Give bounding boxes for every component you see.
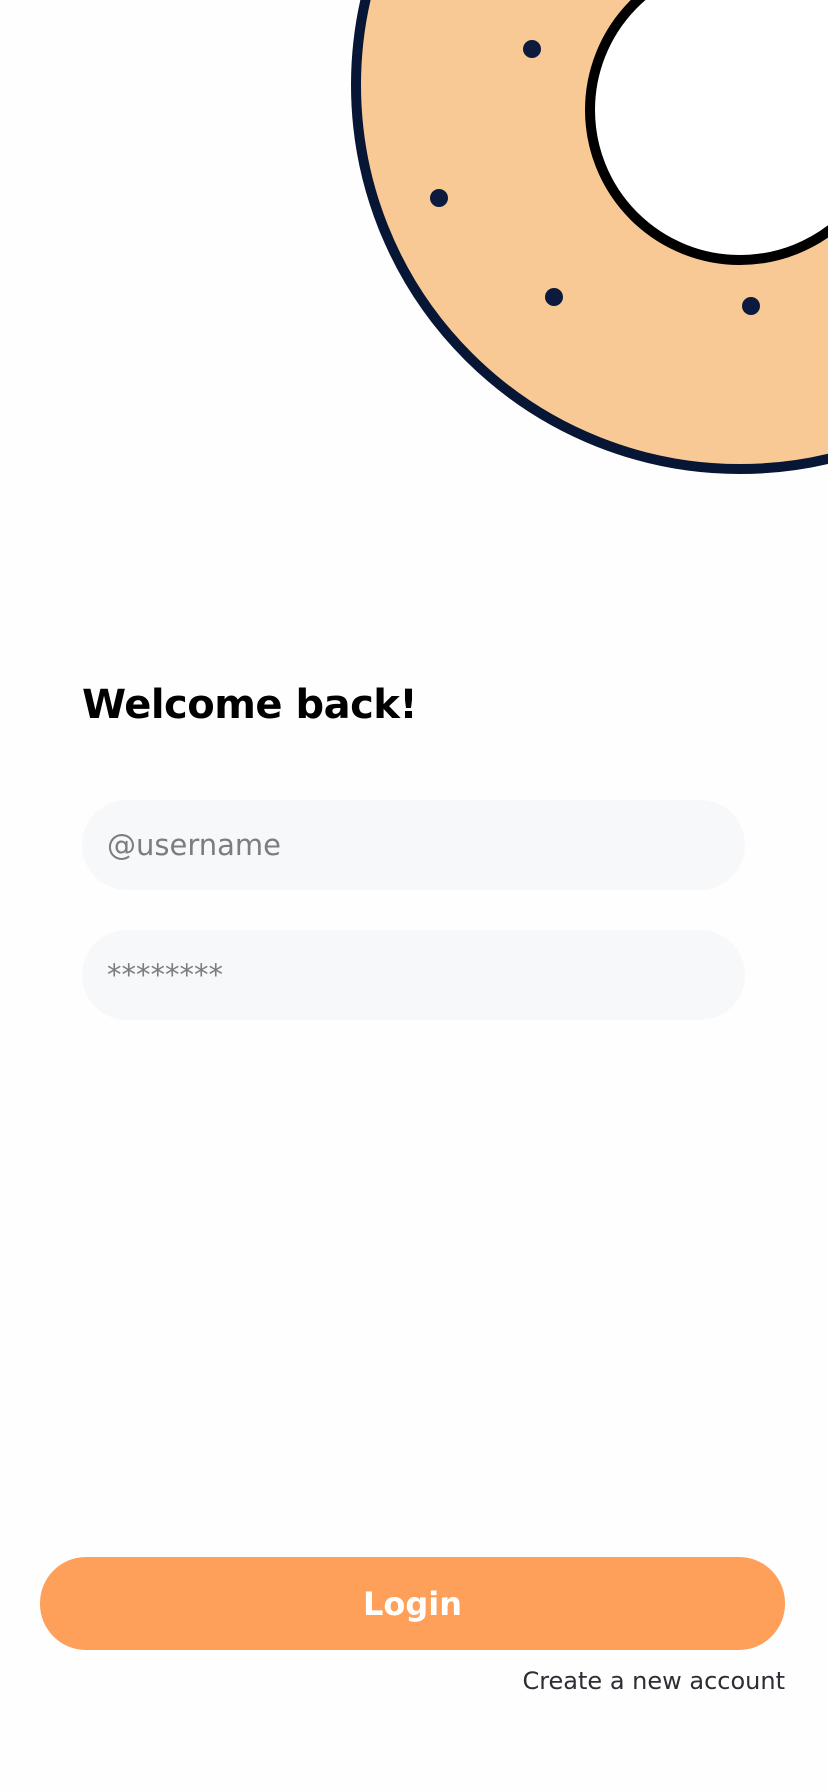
login-button[interactable]: Login: [40, 1557, 785, 1650]
username-input[interactable]: [82, 800, 745, 890]
donut-icon: [351, 0, 828, 474]
page-title: Welcome back!: [82, 682, 418, 728]
create-account-link[interactable]: Create a new account: [522, 1667, 785, 1695]
password-input[interactable]: [82, 930, 745, 1020]
